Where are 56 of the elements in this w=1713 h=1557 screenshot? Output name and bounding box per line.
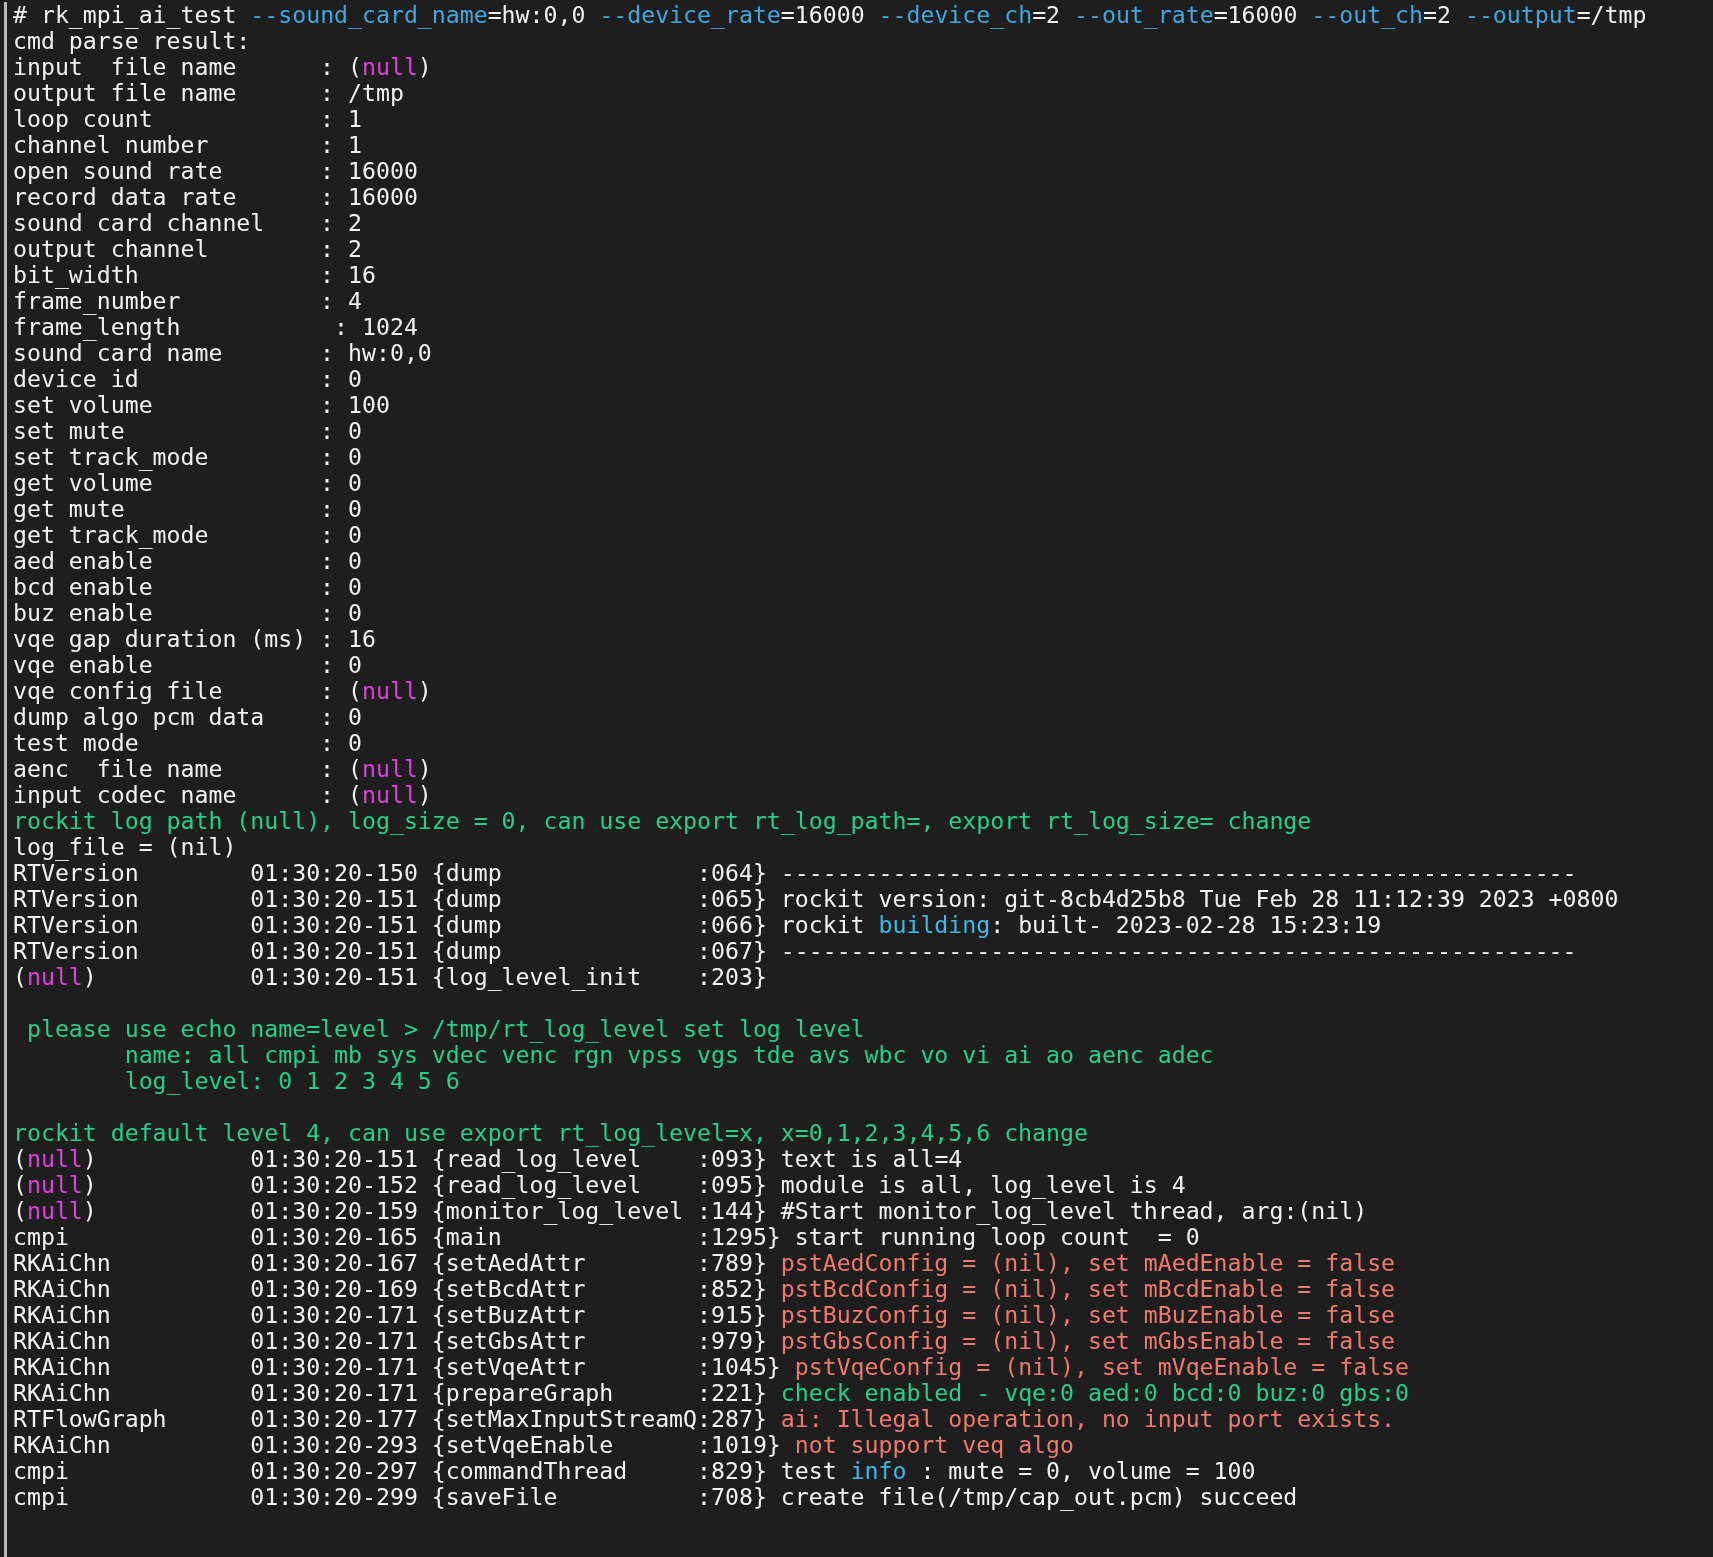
terminal-line: name: all cmpi mb sys vdec venc rgn vpss vgs tde avs wbc vo vi ai ao aenc adec: [123, 1042, 1215, 1068]
terminal-line: RTVersion 01:30:20-151 {dump :065} rockit version: git-8cb4d25b8 Tue Feb 28 11:12:39 2023 +0800: [13, 886, 1620, 912]
terminal-line: (null) 01:30:20-152 {read_log_level :095} module is all, log_level is 4: [13, 1172, 1187, 1198]
terminal-line: loop count : 1: [13, 106, 362, 132]
terminal-line: RKAiChn 01:30:20-171 {setBuzAttr :915} pstBuzConfig = (nil), set mBuzEnable = false: [13, 1302, 1397, 1328]
terminal-line: cmpi 01:30:20-299 {saveFile :708} create file(/tmp/cap_out.pcm) succeed: [13, 1484, 1299, 1510]
terminal-line: cmpi 01:30:20-165 {main :1295} start running loop count = 0: [13, 1224, 1201, 1250]
terminal-line: rockit log path (null), log_size = 0, can use export rt_log_path=, export rt_log_size= change: [13, 808, 1313, 834]
terminal-line: (null) 01:30:20-151 {log_level_init :203}: [13, 964, 768, 990]
terminal-line: input file name : (null): [13, 54, 433, 80]
terminal-line: bit_width : 16: [13, 262, 377, 288]
terminal-line: RKAiChn 01:30:20-169 {setBcdAttr :852} pstBcdConfig = (nil), set mBcdEnable = false: [13, 1276, 1397, 1302]
terminal-line: aed enable : 0: [13, 548, 363, 574]
terminal-line: device id : 0: [13, 366, 363, 392]
terminal-line: set track_mode : 0: [13, 444, 363, 470]
terminal-line: test mode : 0: [13, 730, 363, 756]
terminal-line: vqe gap duration (ms) : 16: [13, 626, 377, 652]
terminal-line: record data rate : 16000: [13, 184, 419, 210]
terminal-line: rockit default level 4, can use export rt_log_level=x, x=0,1,2,3,4,5,6 change: [13, 1120, 1089, 1146]
terminal-line: RKAiChn 01:30:20-171 {setGbsAttr :979} pstGbsConfig = (nil), set mGbsEnable = false: [13, 1328, 1397, 1354]
terminal-line: please use echo name=level > /tmp/rt_log_level set log level: [25, 1016, 866, 1042]
terminal-line: RTFlowGraph 01:30:20-177 {setMaxInputStreamQ:287} ai: Illegal operation, no input port exists.: [13, 1406, 1396, 1432]
terminal-line: RKAiChn 01:30:20-171 {prepareGraph :221} check enabled - vqe:0 aed:0 bcd:0 buz:0 gbs:0: [13, 1380, 1410, 1406]
terminal-line: vqe config file : (null): [13, 678, 433, 704]
terminal-line: open sound rate : 16000: [13, 158, 419, 184]
terminal-line: set volume : 100: [13, 392, 391, 418]
terminal-line: get volume : 0: [13, 470, 363, 496]
terminal-line: input codec name : (null): [13, 782, 433, 808]
terminal-line: log_level: 0 1 2 3 4 5 6: [123, 1068, 461, 1094]
terminal-line: vqe enable : 0: [13, 652, 363, 678]
terminal-line: cmd parse result:: [13, 28, 252, 54]
terminal-line: channel number : 1: [13, 132, 363, 158]
terminal-line: bcd enable : 0: [13, 574, 363, 600]
terminal-line: RKAiChn 01:30:20-167 {setAedAttr :789} pstAedConfig = (nil), set mAedEnable = false: [13, 1250, 1397, 1276]
terminal-line: dump algo pcm data : 0: [13, 704, 363, 730]
terminal-line: set mute : 0: [13, 418, 363, 444]
terminal-line: RTVersion 01:30:20-150 {dump :064} ---------------------------------------------------------: [13, 860, 1578, 886]
terminal-line: get track_mode : 0: [13, 522, 363, 548]
terminal-line: output channel : 2: [13, 236, 363, 262]
terminal-line: # rk_mpi_ai_test --sound_card_name=hw:0,0 --device_rate=16000 --device_ch=2 --out_rate=16000 --out_ch=2 --output=/tmp: [13, 2, 1648, 28]
terminal-line: sound card name : hw:0,0: [13, 340, 433, 366]
terminal-line: aenc file name : (null): [13, 756, 433, 782]
terminal-line: RKAiChn 01:30:20-171 {setVqeAttr :1045} pstVqeConfig = (nil), set mVqeEnable = false: [13, 1354, 1410, 1380]
terminal-line: cmpi 01:30:20-297 {commandThread :829} test info : mute = 0, volume = 100: [13, 1458, 1257, 1484]
terminal-line: frame_number : 4: [13, 288, 363, 314]
terminal-line: buz enable : 0: [13, 600, 363, 626]
terminal-line: output file name : /tmp: [13, 80, 405, 106]
terminal-line: RTVersion 01:30:20-151 {dump :067} ---------------------------------------------------------: [13, 938, 1578, 964]
terminal-line: sound card channel : 2: [13, 210, 363, 236]
terminal-line: (null) 01:30:20-159 {monitor_log_level :144} #Start monitor_log_level thread, arg:(nil): [13, 1198, 1369, 1224]
terminal-line: RKAiChn 01:30:20-293 {setVqeEnable :1019} not support veq algo: [13, 1432, 1074, 1458]
terminal-line: get mute : 0: [13, 496, 363, 522]
terminal-line: frame_length : 1024: [13, 314, 419, 340]
terminal-line: (null) 01:30:20-151 {read_log_level :093} text is all=4: [13, 1146, 964, 1172]
terminal-line: log_file = (nil): [13, 834, 238, 860]
terminal-line: RTVersion 01:30:20-151 {dump :066} rockit building: built- 2023-02-28 15:23:19: [13, 912, 1383, 938]
